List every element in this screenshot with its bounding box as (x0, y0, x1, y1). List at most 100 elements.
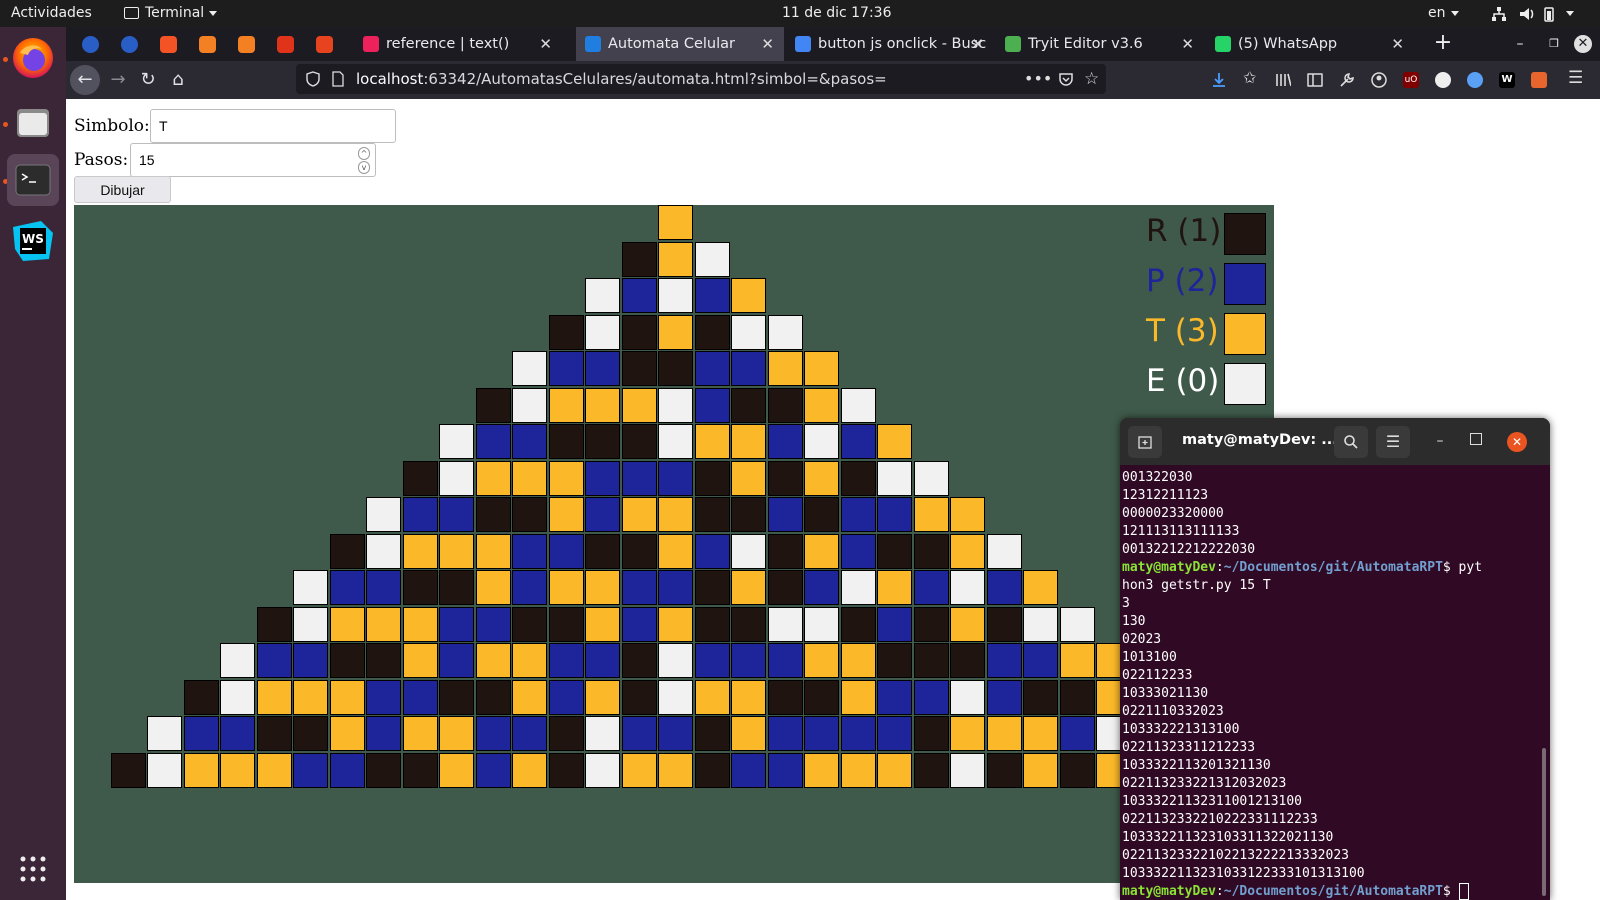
automaton-cell (548, 643, 584, 678)
browser-tab[interactable]: (5) WhatsApp ✕ (1206, 27, 1414, 61)
browser-tab[interactable]: Tryit Editor v3.6 ✕ (996, 27, 1204, 61)
sidebar-icon[interactable] (1307, 72, 1323, 88)
pocket-icon[interactable] (1058, 71, 1074, 87)
show-applications-button[interactable] (19, 855, 47, 883)
addon-icon[interactable] (1531, 72, 1547, 88)
downloads-icon[interactable] (1211, 72, 1227, 88)
pinned-tab[interactable] (187, 27, 227, 61)
automaton-canvas[interactable]: R (1) P (2) T (3) E (0) (74, 205, 1274, 883)
browser-tab[interactable]: reference | text() ✕ (354, 27, 562, 61)
wrench-icon[interactable] (1339, 72, 1355, 88)
close-tab-icon[interactable]: ✕ (1181, 27, 1194, 61)
automaton-cell (220, 716, 255, 751)
clock[interactable]: 11 de dic 17:36 (782, 0, 891, 27)
menu-icon[interactable]: ☰ (1568, 68, 1584, 88)
terminal-launcher[interactable] (7, 154, 59, 206)
pinned-tab[interactable] (109, 27, 149, 61)
automaton-cell (694, 533, 730, 569)
new-tab-button[interactable] (1128, 426, 1162, 458)
pinned-tab[interactable] (226, 27, 266, 61)
page-actions-icon[interactable]: ••• (1024, 64, 1052, 94)
terminal-window[interactable]: maty@matyDev: ... ☰ – ✕ 001322030 1231221… (1120, 418, 1550, 900)
system-menu[interactable] (1491, 0, 1591, 27)
automaton-cell (402, 679, 438, 715)
pasos-input[interactable] (130, 143, 376, 177)
terminal-scrollbar[interactable] (1542, 748, 1546, 896)
automaton-cell (621, 424, 657, 459)
automaton-cell (877, 752, 912, 788)
terminal-line: 0221110332023 (1122, 704, 1224, 719)
ublock-icon[interactable]: uO (1403, 72, 1419, 88)
terminal-line: 02023 (1122, 632, 1162, 647)
automaton-cell (548, 570, 584, 605)
url-text: localhost:63342/AutomatasCelulares/autom… (356, 64, 887, 94)
home-button[interactable]: ⌂ (164, 67, 192, 93)
chevron-down-icon[interactable]: v (358, 161, 370, 174)
simbolo-input[interactable] (150, 109, 396, 143)
automaton-cell (658, 314, 693, 350)
firefox-launcher[interactable] (7, 32, 59, 84)
pinned-tab[interactable] (148, 27, 188, 61)
new-tab-button[interactable]: + (1428, 27, 1458, 61)
automaton-cell (731, 351, 766, 386)
close-window-button[interactable]: ✕ (1574, 35, 1592, 53)
reload-button[interactable]: ↻ (134, 67, 162, 93)
language-selector[interactable]: en (1428, 0, 1459, 27)
hamburger-menu-button[interactable]: ☰ (1376, 426, 1410, 458)
terminal-output[interactable]: 001322030 12312211123 0000023320000 1211131… (1122, 469, 1542, 900)
maximize-button[interactable] (1470, 433, 1482, 445)
chat-icon[interactable] (1435, 72, 1451, 88)
bookmarks-icon[interactable]: ✩ (1243, 68, 1259, 87)
account-icon[interactable] (1371, 72, 1387, 88)
terminal-line: 103332211323103311322021130 (1122, 830, 1334, 845)
forward-button[interactable]: → (104, 67, 132, 93)
browser-tab[interactable]: button js onclick - Busc ✕ (786, 27, 994, 61)
library-icon[interactable] (1275, 72, 1291, 88)
bookmark-star-icon[interactable]: ☆ (1084, 64, 1099, 94)
close-button[interactable]: ✕ (1507, 432, 1527, 452)
svg-text:WS: WS (22, 232, 44, 246)
automaton-cell (658, 533, 693, 569)
automaton-cell (840, 460, 876, 496)
chevron-up-icon[interactable]: ^ (358, 147, 370, 160)
dibujar-button[interactable]: Dibujar (74, 176, 171, 203)
close-tab-icon[interactable]: ✕ (971, 27, 984, 61)
back-button[interactable]: ← (70, 65, 100, 95)
maximize-button[interactable]: ❐ (1542, 27, 1566, 61)
search-button[interactable] (1334, 426, 1368, 458)
automaton-cell (366, 752, 401, 788)
automaton-cell (402, 716, 438, 751)
activities-button[interactable]: Actividades (11, 0, 92, 27)
pasos-stepper[interactable]: ^ v (358, 147, 370, 174)
search-icon (1344, 435, 1358, 449)
terminal-line: 10333221132311001213100 (1122, 794, 1303, 809)
w-extension-icon[interactable]: W (1499, 72, 1515, 88)
minimize-button[interactable]: – (1508, 27, 1532, 61)
close-tab-icon[interactable]: ✕ (1391, 27, 1404, 61)
app-menu[interactable]: Terminal (124, 0, 218, 27)
automaton-cell (1023, 679, 1058, 715)
automaton-cell (475, 606, 511, 642)
automaton-cell (1059, 752, 1095, 788)
terminal-prompt-line: maty@matyDev:~/Documentos/git/AutomataRP… (1122, 559, 1542, 577)
close-tab-icon[interactable]: ✕ (539, 27, 552, 61)
automaton-cell (475, 643, 511, 678)
pinned-tab[interactable] (265, 27, 305, 61)
automaton-cell (913, 497, 949, 532)
files-launcher[interactable] (7, 97, 59, 149)
terminal-icon (124, 7, 139, 19)
automaton-cell (585, 278, 620, 313)
automaton-cell (621, 606, 657, 642)
browser-tab[interactable]: Automata Celular ✕ (576, 27, 784, 61)
terminal-line: 00132212212222030 (1122, 542, 1256, 557)
automaton-cell (183, 752, 219, 788)
pinned-tab[interactable] (70, 27, 110, 61)
close-tab-icon[interactable]: ✕ (761, 27, 774, 61)
pinned-tab[interactable] (304, 27, 344, 61)
prompt-user: maty@matyDev (1122, 884, 1216, 899)
minimize-button[interactable]: – (1432, 433, 1448, 449)
automaton-cell (658, 205, 693, 240)
webstorm-launcher[interactable]: WS (7, 215, 59, 267)
extension-icon[interactable] (1467, 72, 1483, 88)
url-bar[interactable]: localhost:63342/AutomatasCelulares/autom… (296, 64, 1106, 94)
